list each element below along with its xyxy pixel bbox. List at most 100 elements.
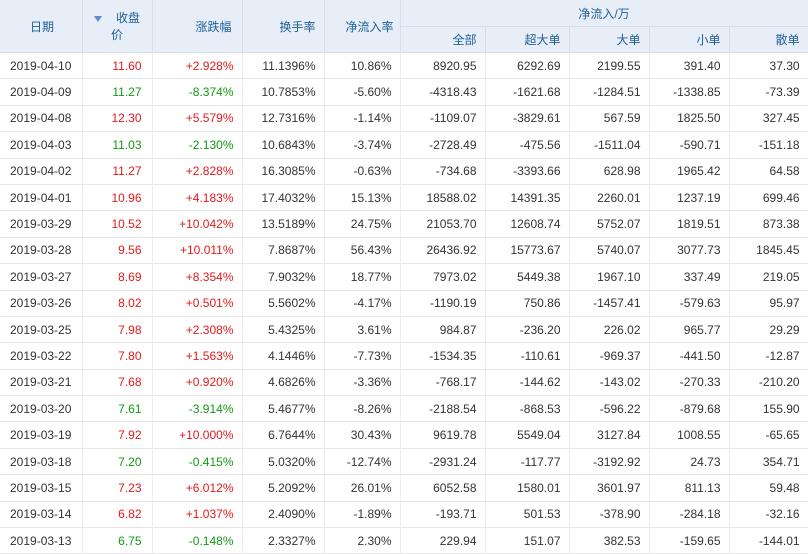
- cell-turnover: 6.7644%: [242, 421, 325, 449]
- cell-small: -284.18: [649, 501, 730, 529]
- table-row: 2019-03-26 8.02 +0.501% 5.5602% -4.17% -1190.…: [0, 290, 808, 317]
- table-row: 2019-03-15 7.23 +6.012% 5.2092% 26.01% 6052.5…: [0, 474, 808, 502]
- column-header-close[interactable]: 收盘价: [82, 0, 153, 53]
- table-row: 2019-04-08 12.30 +5.579% 12.7316% -1.14% -110…: [0, 105, 808, 133]
- cell-retail: 1845.45: [729, 237, 808, 265]
- cell-change: -3.914%: [152, 395, 243, 423]
- sort-down-arrow-icon[interactable]: [93, 15, 102, 22]
- cell-turnover: 5.4325%: [242, 316, 325, 344]
- table-row: 2019-03-21 7.68 +0.920% 4.6826% -3.36% -768.1…: [0, 369, 808, 397]
- cell-date: 2019-04-03: [0, 131, 83, 159]
- column-header-all[interactable]: 全部: [400, 26, 486, 53]
- cell-large: 628.98: [569, 158, 650, 185]
- cell-all: -1109.07: [400, 105, 486, 133]
- cell-extra-large: -117.77: [485, 448, 570, 476]
- cell-net-rate: 15.13%: [324, 184, 401, 212]
- cell-large: -1284.51: [569, 78, 650, 106]
- column-header-net-rate[interactable]: 净流入率: [324, 0, 401, 53]
- cell-extra-large: -868.53: [485, 395, 570, 423]
- column-group-net-inflow: 净流入/万: [400, 0, 808, 27]
- cell-large: 3127.84: [569, 421, 650, 449]
- cell-net-rate: -8.26%: [324, 395, 401, 423]
- cell-turnover: 13.5189%: [242, 210, 325, 238]
- cell-change: +10.000%: [152, 421, 243, 449]
- cell-retail: 354.71: [729, 448, 808, 476]
- cell-change: +2.928%: [152, 52, 243, 80]
- cell-all: 9619.78: [400, 421, 486, 449]
- cell-all: -193.71: [400, 501, 486, 529]
- cell-date: 2019-04-02: [0, 158, 83, 185]
- cell-extra-large: 15773.67: [485, 237, 570, 265]
- cell-date: 2019-03-21: [0, 369, 83, 397]
- cell-close: 12.30: [82, 105, 153, 133]
- cell-small: 1819.51: [649, 210, 730, 238]
- cell-retail: 699.46: [729, 184, 808, 212]
- column-header-turnover[interactable]: 换手率: [242, 0, 325, 53]
- column-header-change[interactable]: 涨跌幅: [152, 0, 243, 53]
- cell-net-rate: 10.86%: [324, 52, 401, 80]
- cell-close: 7.20: [82, 448, 153, 476]
- cell-retail: -151.18: [729, 131, 808, 159]
- table-row: 2019-03-18 7.20 -0.415% 5.0320% -12.74% -2931…: [0, 448, 808, 476]
- cell-extra-large: 12608.74: [485, 210, 570, 238]
- cell-extra-large: 151.07: [485, 527, 570, 554]
- cell-retail: 155.90: [729, 395, 808, 423]
- cell-all: -734.68: [400, 158, 486, 185]
- cell-retail: -73.39: [729, 78, 808, 106]
- column-header-retail[interactable]: 散单: [729, 26, 808, 53]
- cell-small: -441.50: [649, 342, 730, 370]
- cell-turnover: 12.7316%: [242, 105, 325, 133]
- cell-large: -378.90: [569, 501, 650, 529]
- cell-date: 2019-03-22: [0, 342, 83, 370]
- cell-close: 10.52: [82, 210, 153, 238]
- cell-date: 2019-03-18: [0, 448, 83, 476]
- column-header-small[interactable]: 小单: [649, 26, 730, 53]
- cell-close: 8.69: [82, 263, 153, 291]
- column-header-date[interactable]: 日期: [0, 0, 83, 53]
- column-header-large[interactable]: 大单: [569, 26, 650, 53]
- cell-turnover: 7.8687%: [242, 237, 325, 265]
- cell-net-rate: -7.73%: [324, 342, 401, 370]
- cell-all: 8920.95: [400, 52, 486, 80]
- cell-all: 7973.02: [400, 263, 486, 291]
- cell-date: 2019-03-29: [0, 210, 83, 238]
- cell-date: 2019-03-27: [0, 263, 83, 291]
- cell-date: 2019-03-25: [0, 316, 83, 344]
- cell-large: 5752.07: [569, 210, 650, 238]
- cell-extra-large: -236.20: [485, 316, 570, 344]
- cell-all: 21053.70: [400, 210, 486, 238]
- cell-retail: 37.30: [729, 52, 808, 80]
- cell-net-rate: 26.01%: [324, 474, 401, 502]
- cell-net-rate: 18.77%: [324, 263, 401, 291]
- cell-date: 2019-04-09: [0, 78, 83, 106]
- cell-turnover: 16.3085%: [242, 158, 325, 185]
- cell-close: 7.80: [82, 342, 153, 370]
- cell-close: 9.56: [82, 237, 153, 265]
- cell-turnover: 4.6826%: [242, 369, 325, 397]
- cell-all: -1190.19: [400, 290, 486, 317]
- cell-change: +2.308%: [152, 316, 243, 344]
- cell-net-rate: -5.60%: [324, 78, 401, 106]
- cell-large: 2260.01: [569, 184, 650, 212]
- cell-date: 2019-03-13: [0, 527, 83, 554]
- cell-all: -1534.35: [400, 342, 486, 370]
- cell-large: 5740.07: [569, 237, 650, 265]
- table-row: 2019-04-02 11.27 +2.828% 16.3085% -0.63% -734…: [0, 158, 808, 185]
- cell-extra-large: -475.56: [485, 131, 570, 159]
- cell-all: -2931.24: [400, 448, 486, 476]
- cell-net-rate: 30.43%: [324, 421, 401, 449]
- cell-net-rate: 24.75%: [324, 210, 401, 238]
- cell-extra-large: -144.62: [485, 369, 570, 397]
- cell-turnover: 5.2092%: [242, 474, 325, 502]
- cell-net-rate: 2.30%: [324, 527, 401, 554]
- cell-extra-large: -1621.68: [485, 78, 570, 106]
- cell-net-rate: -4.17%: [324, 290, 401, 317]
- cell-close: 6.75: [82, 527, 153, 554]
- cell-turnover: 10.6843%: [242, 131, 325, 159]
- cell-change: +8.354%: [152, 263, 243, 291]
- cell-extra-large: -3393.66: [485, 158, 570, 185]
- table-row: 2019-03-13 6.75 -0.148% 2.3327% 2.30% 229.94 1…: [0, 527, 808, 554]
- cell-small: 1008.55: [649, 421, 730, 449]
- table-row: 2019-04-01 10.96 +4.183% 17.4032% 15.13% 1858…: [0, 184, 808, 212]
- column-header-extra-large[interactable]: 超大单: [485, 26, 570, 53]
